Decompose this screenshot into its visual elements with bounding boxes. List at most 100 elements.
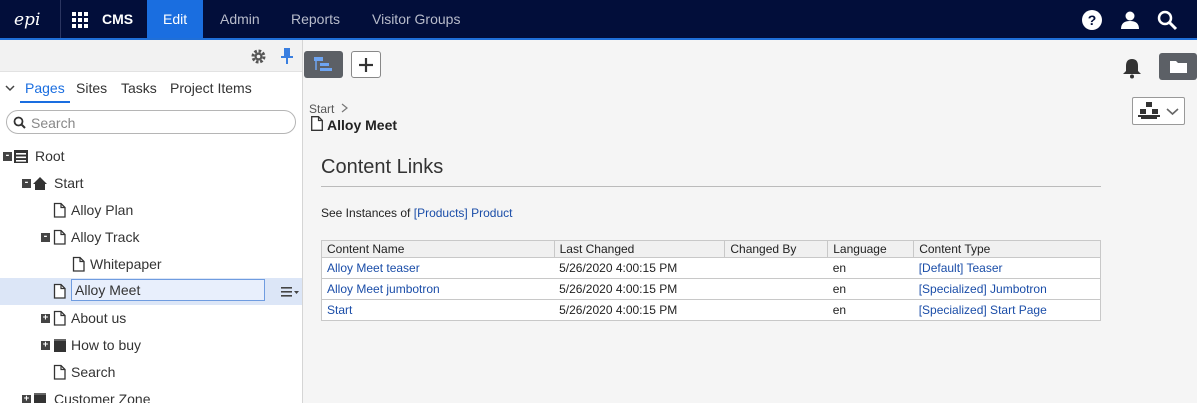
tree-node-about-us[interactable]: + About us: [0, 305, 302, 332]
content-links-table: Content Name Last Changed Changed By Lan…: [321, 240, 1101, 321]
expand-icon[interactable]: +: [22, 395, 31, 403]
content-type-link[interactable]: [Specialized] Start Page: [919, 303, 1047, 317]
content-name-link[interactable]: Alloy Meet teaser: [327, 261, 420, 275]
page-icon: [72, 256, 85, 272]
tree-node-search[interactable]: Search: [0, 359, 302, 386]
collapse-icon[interactable]: -: [3, 152, 12, 161]
search-icon: [13, 116, 26, 129]
page-icon: [53, 310, 66, 326]
content-name-link[interactable]: Alloy Meet jumbotron: [327, 282, 440, 296]
nav-visitor-groups[interactable]: Visitor Groups: [356, 0, 476, 38]
tab-sites[interactable]: Sites: [76, 80, 107, 96]
last-changed-cell: 5/26/2020 4:00:15 PM: [554, 278, 725, 300]
pane-toolbar: [0, 40, 302, 72]
tree-search[interactable]: [6, 110, 296, 134]
column-header-content-name[interactable]: Content Name: [321, 240, 555, 258]
plus-icon: [359, 58, 373, 72]
content-type-link[interactable]: [Default] Teaser: [919, 261, 1003, 275]
tree-node-start[interactable]: - Start: [0, 170, 302, 197]
changed-by-cell: [724, 299, 828, 321]
tree-node-label: Whitepaper: [90, 256, 162, 272]
container-icon: [54, 339, 66, 352]
chevron-right-icon: [341, 103, 348, 113]
table-header-row: Content Name Last Changed Changed By Lan…: [321, 240, 1101, 258]
expand-icon[interactable]: +: [41, 341, 50, 350]
tree-node-how-to-buy[interactable]: + How to buy: [0, 332, 302, 359]
tree-node-label: How to buy: [71, 337, 142, 353]
tree-node-alloy-plan[interactable]: Alloy Plan: [0, 197, 302, 224]
nav-reports[interactable]: Reports: [275, 0, 356, 38]
toggle-assets-button[interactable]: [1159, 53, 1197, 80]
search-input[interactable]: [31, 114, 281, 131]
tree-node-alloy-track[interactable]: - Alloy Track: [0, 224, 302, 251]
last-changed-cell: 5/26/2020 4:00:15 PM: [554, 299, 725, 321]
column-header-content-type[interactable]: Content Type: [913, 240, 1101, 258]
nav-admin[interactable]: Admin: [204, 0, 276, 38]
collapse-icon[interactable]: -: [22, 179, 31, 188]
instances-prefix: See Instances of: [321, 206, 411, 220]
nav-edit[interactable]: Edit: [147, 0, 204, 38]
tree-node-label: About us: [71, 310, 127, 326]
tree-node-whitepaper[interactable]: Whitepaper: [0, 251, 302, 278]
folder-icon: [1170, 61, 1187, 73]
tree-node-label: Search: [71, 364, 116, 380]
view-selector[interactable]: [1132, 97, 1185, 125]
home-icon: [33, 177, 47, 190]
tree-node-customer-zone[interactable]: + Customer Zone: [0, 386, 302, 403]
changed-by-cell: [724, 257, 828, 279]
tree-node-label: Alloy Meet: [71, 279, 265, 301]
expand-icon[interactable]: +: [41, 314, 50, 323]
breadcrumb-start-link[interactable]: Start: [309, 102, 334, 116]
pin-icon[interactable]: [280, 47, 294, 65]
chevron-down-icon: [1166, 108, 1179, 116]
table-row: Alloy Meet teaser 5/26/2020 4:00:15 PM e…: [321, 257, 1101, 279]
tab-project-items[interactable]: Project Items: [170, 80, 252, 96]
toggle-navigation-button[interactable]: [304, 51, 343, 78]
navigation-pane: Pages Sites Tasks Project Items - Root - St…: [0, 40, 303, 403]
app-name: CMS: [102, 11, 134, 27]
language-cell: en: [827, 257, 914, 279]
column-header-language[interactable]: Language: [827, 240, 915, 258]
top-navigation-bar: epi CMS Edit Admin Reports Visitor Group…: [0, 0, 1197, 40]
tab-tasks[interactable]: Tasks: [121, 80, 157, 96]
collapse-icon[interactable]: -: [41, 233, 50, 242]
topbar-divider: [60, 0, 61, 38]
content-name-link[interactable]: Start: [327, 303, 352, 317]
tree-node-root[interactable]: - Root: [0, 143, 302, 170]
tab-pages[interactable]: Pages: [25, 80, 65, 96]
app-grid-icon[interactable]: [72, 12, 88, 28]
instances-link[interactable]: [Products] Product: [414, 206, 513, 220]
language-cell: en: [827, 299, 914, 321]
content-links-heading: Content Links: [321, 156, 444, 178]
content-type-link[interactable]: [Specialized] Jumbotron: [919, 282, 1047, 296]
column-header-last-changed[interactable]: Last Changed: [553, 240, 726, 258]
bell-icon[interactable]: [1122, 57, 1142, 79]
chevron-down-icon[interactable]: [5, 84, 15, 92]
tree-node-label: Alloy Track: [71, 229, 140, 245]
context-menu-icon[interactable]: [281, 286, 299, 298]
search-icon[interactable]: [1156, 9, 1178, 31]
user-icon[interactable]: [1119, 9, 1141, 31]
page-icon: [53, 202, 66, 218]
tree-node-label: Start: [54, 175, 84, 191]
gear-icon[interactable]: [250, 48, 267, 65]
page-icon: [53, 229, 66, 245]
last-changed-cell: 5/26/2020 4:00:15 PM: [554, 257, 725, 279]
container-icon: [34, 393, 46, 403]
breadcrumb: Start: [309, 102, 348, 116]
create-new-button[interactable]: [351, 51, 381, 78]
table-row: Alloy Meet jumbotron 5/26/2020 4:00:15 P…: [321, 278, 1101, 300]
svg-text:?: ?: [1088, 12, 1097, 28]
tree-node-alloy-meet[interactable]: Alloy Meet: [0, 278, 302, 305]
main-content: Start Alloy Meet Content Links See Insta…: [303, 40, 1197, 403]
tree-node-label: Root: [35, 148, 65, 164]
help-icon[interactable]: ?: [1081, 9, 1103, 31]
changed-by-cell: [724, 278, 828, 300]
episerver-logo[interactable]: epi: [14, 10, 54, 30]
active-tab-indicator: [20, 101, 70, 103]
structure-view-icon: [1138, 102, 1160, 119]
column-header-changed-by[interactable]: Changed By: [724, 240, 829, 258]
table-row: Start 5/26/2020 4:00:15 PM en [Specializ…: [321, 299, 1101, 321]
page-icon: [311, 116, 323, 131]
tree-node-label: Customer Zone: [54, 391, 151, 403]
